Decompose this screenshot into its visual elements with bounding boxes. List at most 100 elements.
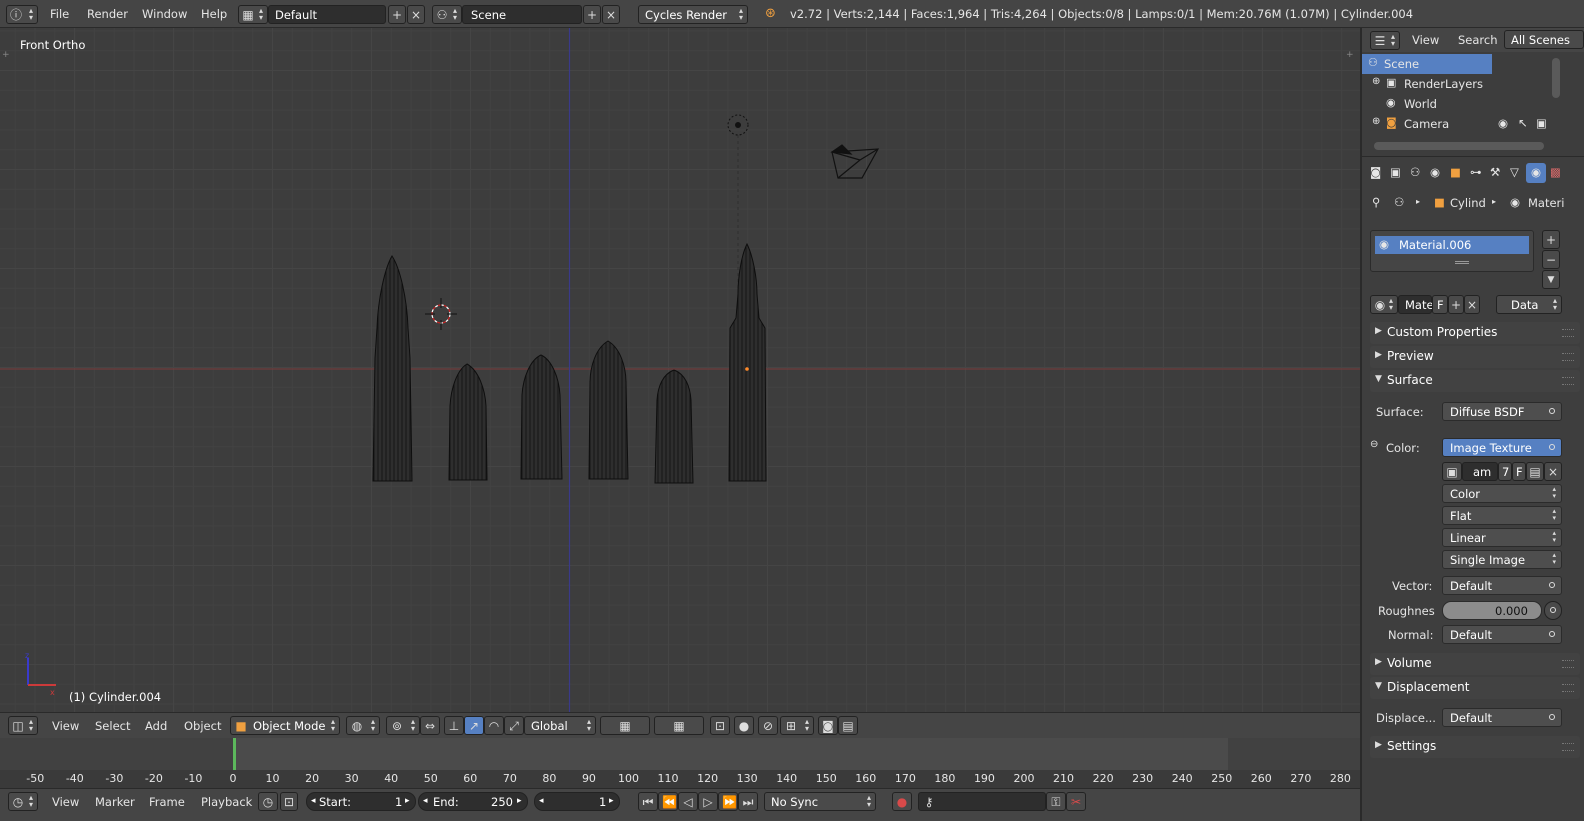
scene-tab-icon[interactable]: ⚇ [1410,165,1420,179]
breadcrumb-object[interactable]: Cylind [1450,196,1486,210]
snap-element-dropdown[interactable]: ⊞ ▴ ▾ [780,716,814,735]
render-engine-dropdown[interactable]: Cycles Render ▴ ▾ [638,5,748,24]
menu-search[interactable]: Search [1458,33,1498,47]
material-slot-row[interactable]: ◉ Material.006 [1375,236,1529,254]
drag-grip-icon[interactable] [1562,377,1574,385]
panel-preview[interactable]: ▶ Preview [1370,346,1580,368]
menu-view[interactable]: View [52,719,79,733]
outliner[interactable]: ☰ ▴ ▾ View Search All Scenes ⚇ Scene ⊕ ▣ … [1360,28,1584,156]
mode-dropdown[interactable]: ■ Object Mode ▴ ▾ [230,716,340,735]
layers-grid-2[interactable]: ▦ [654,716,704,735]
scene-browse-button[interactable]: ⚇ ▴ ▾ [432,5,462,24]
list-resize-grip[interactable] [1455,261,1469,264]
remove-layout-button[interactable]: × [407,5,425,24]
color-space-dropdown[interactable]: Color ▴ ▾ [1442,484,1562,503]
outliner-row-scene[interactable]: ⚇ Scene [1362,54,1492,74]
image-name-field[interactable]: am [1462,462,1498,481]
roughness-slider[interactable]: 0.000 [1442,601,1542,620]
menu-window[interactable]: Window [142,7,187,21]
image-source-dropdown[interactable]: Single Image ▴ ▾ [1442,550,1562,569]
material-tab-icon[interactable]: ◉ [1526,163,1546,183]
jump-end-button[interactable]: ⏭ [738,792,758,811]
render-icon[interactable]: ▣ [1536,116,1547,130]
end-frame-field[interactable]: ◂ End: 250 ▸ [418,792,528,811]
outliner-row-camera[interactable]: ⊕ ◙ Camera ◉ ↖ ▣ [1362,114,1552,134]
menu-marker[interactable]: Marker [95,795,135,809]
manipulator-button[interactable]: ⇔ [420,716,440,735]
constraints-tab-icon[interactable]: ⊶ [1470,165,1482,179]
translate-manip-button[interactable]: ↗ [464,716,484,735]
menu-view[interactable]: View [52,795,79,809]
panel-volume[interactable]: ▶ Volume [1370,653,1580,675]
panel-custom-properties[interactable]: ▶ Custom Properties [1370,322,1580,344]
link-dropdown[interactable]: Data ▴ ▾ [1496,295,1562,314]
slot-specials-button[interactable]: ▼ [1542,270,1560,289]
unlink-material-button[interactable]: × [1464,295,1480,314]
pivot-dropdown[interactable]: ⊚ ▴ ▾ [386,716,420,735]
outliner-vertical-scrollbar[interactable] [1552,58,1560,98]
vector-input-field[interactable]: Default [1442,576,1562,595]
menu-object[interactable]: Object [184,719,221,733]
remove-slot-button[interactable]: − [1542,250,1560,269]
renderlayers-tab-icon[interactable]: ▣ [1390,165,1401,179]
pin-icon[interactable]: ⚲ [1372,195,1380,209]
unlink-image-button[interactable]: × [1544,462,1562,481]
normal-input-field[interactable]: Default [1442,625,1562,644]
jump-keyframe-forward-button[interactable]: ⏩ [718,792,738,811]
displacement-input-field[interactable]: Default [1442,708,1562,727]
snap-toggle-button[interactable]: ⊘ [758,716,778,735]
projection-dropdown[interactable]: Flat ▴ ▾ [1442,506,1562,525]
menu-select[interactable]: Select [95,719,130,733]
render-tab-icon[interactable]: ◙ [1370,165,1381,179]
render-only-button[interactable]: ● [734,716,754,735]
menu-render[interactable]: Render [87,7,128,21]
menu-frame[interactable]: Frame [149,795,185,809]
preview-range-button[interactable]: ◷ [258,792,278,811]
outliner-horizontal-scrollbar[interactable] [1374,142,1544,150]
play-reverse-button[interactable]: ◁ [678,792,698,811]
material-name-field[interactable]: Mate [1398,295,1434,314]
menu-help[interactable]: Help [201,7,227,21]
insert-keyframe-button[interactable]: ⚿ [1046,792,1066,811]
drag-grip-icon[interactable] [1562,743,1574,751]
rotate-manip-button[interactable]: ◠ [484,716,504,735]
surface-shader-field[interactable]: Diffuse BSDF [1442,402,1562,421]
roughness-link-button[interactable] [1544,601,1562,620]
opengl-render-button[interactable]: ◙ [818,716,838,735]
collapse-icon[interactable]: ⊖ [1370,439,1378,450]
menu-add[interactable]: Add [145,719,167,733]
properties-editor[interactable]: ◙ ▣ ⚇ ◉ ■ ⊶ ⚒ ▽ ◉ ▩ ⚲ ⚇ ▸ ■ Cylind ▸ ◉ M… [1360,156,1584,821]
orientation-dropdown[interactable]: Global ▴ ▾ [524,716,596,735]
modifiers-tab-icon[interactable]: ⚒ [1490,165,1500,179]
opengl-anim-button[interactable]: ▤ [838,716,858,735]
cursor-icon[interactable]: ↖ [1518,116,1528,130]
current-frame-field[interactable]: ◂ 1 ▸ [534,792,620,811]
drag-grip-icon[interactable] [1562,684,1574,692]
panel-settings[interactable]: ▶ Settings [1370,736,1580,758]
menu-playback[interactable]: Playback [201,795,252,809]
keying-set-field[interactable]: ⚷ [918,792,1046,811]
data-tab-icon[interactable]: ▽ [1510,165,1519,179]
layout-browse-button[interactable]: ▦ ▴ ▾ [238,5,268,24]
interpolation-dropdown[interactable]: Linear ▴ ▾ [1442,528,1562,547]
editor-type-button[interactable]: ☰ ▴ ▾ [1370,31,1400,50]
world-tab-icon[interactable]: ◉ [1430,165,1440,179]
breadcrumb-material[interactable]: Materi [1528,196,1564,210]
object-tab-icon[interactable]: ■ [1450,165,1461,179]
color-input-field[interactable]: Image Texture [1442,438,1562,457]
lock-range-button[interactable]: ⊡ [280,792,298,811]
scene-name-field[interactable]: Scene [462,5,582,24]
display-mode-dropdown[interactable]: All Scenes [1504,30,1584,49]
scale-manip-button[interactable]: ⤢ [504,716,524,735]
panel-displacement[interactable]: ▼ Displacement [1370,677,1580,699]
image-browse-button[interactable]: ▣ [1442,462,1462,481]
jump-keyframe-back-button[interactable]: ⏪ [658,792,678,811]
3d-viewport[interactable]: Front Ortho + + z x (1) Cylinder.004 [0,28,1360,712]
auto-keyframe-button[interactable]: ● [892,792,912,811]
editor-type-button[interactable]: ◷ ▴ ▾ [8,792,38,811]
outliner-row-renderlayers[interactable]: ⊕ ▣ RenderLayers [1362,74,1552,94]
expand-icon[interactable]: ⊕ [1372,116,1380,127]
menu-view[interactable]: View [1412,33,1439,47]
play-button[interactable]: ▷ [698,792,718,811]
camera-object[interactable] [830,144,880,179]
